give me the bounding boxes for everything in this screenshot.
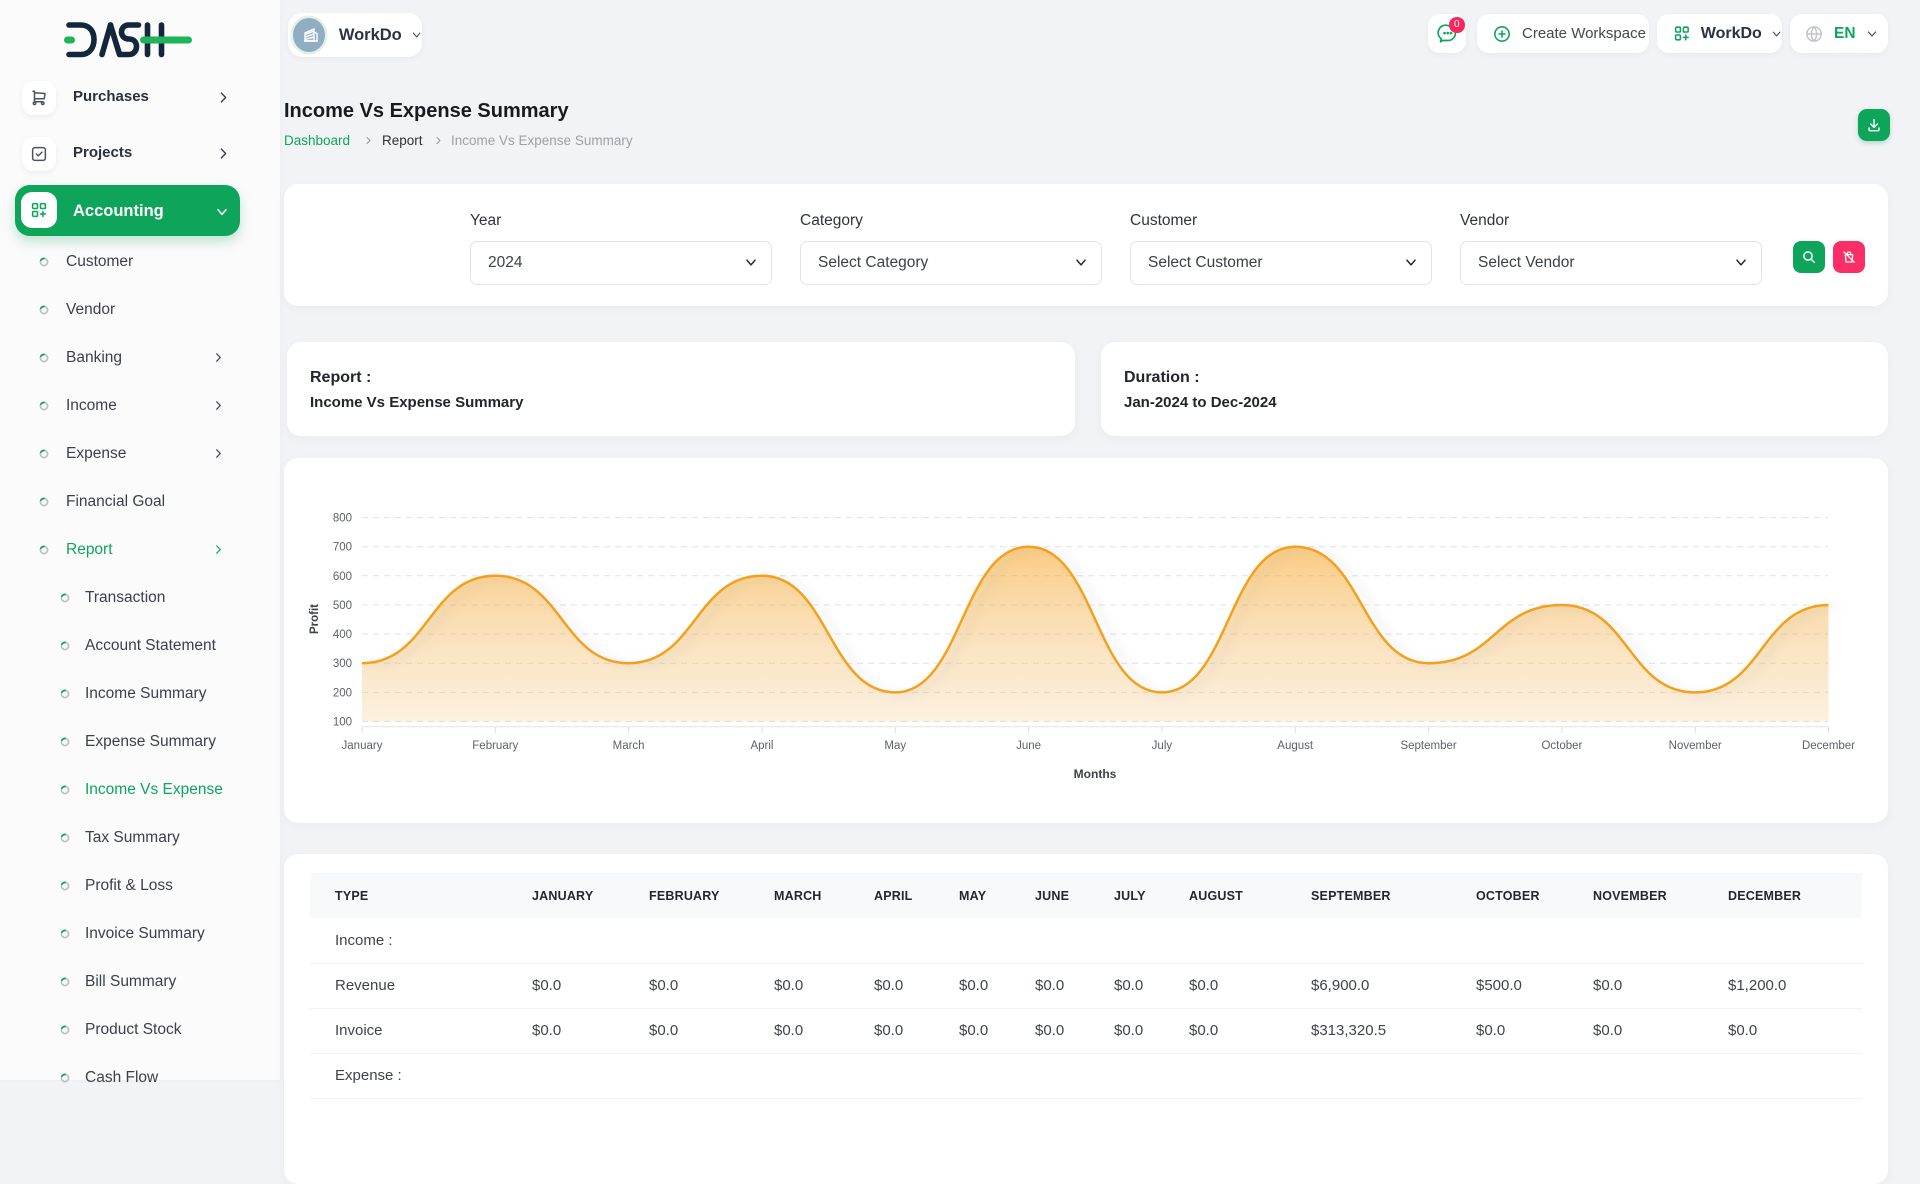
svg-text:700: 700 [333,542,352,554]
svg-text:February: February [472,740,518,752]
svg-text:January: January [342,740,383,752]
svg-text:600: 600 [333,571,352,583]
svg-text:March: March [613,740,645,752]
svg-text:October: October [1541,740,1582,752]
svg-text:September: September [1400,740,1456,752]
svg-text:400: 400 [333,629,352,641]
svg-text:200: 200 [333,687,352,699]
svg-text:Months: Months [1074,767,1117,781]
svg-text:July: July [1152,740,1173,752]
svg-text:800: 800 [333,513,352,525]
svg-text:May: May [884,740,906,752]
svg-text:100: 100 [333,717,352,729]
svg-text:June: June [1016,740,1041,752]
svg-text:500: 500 [333,600,352,612]
svg-text:August: August [1277,740,1314,752]
svg-text:December: December [1802,740,1855,752]
svg-text:November: November [1669,740,1722,752]
svg-text:Profit: Profit [309,604,321,634]
svg-text:300: 300 [333,658,352,670]
svg-text:April: April [750,740,773,752]
